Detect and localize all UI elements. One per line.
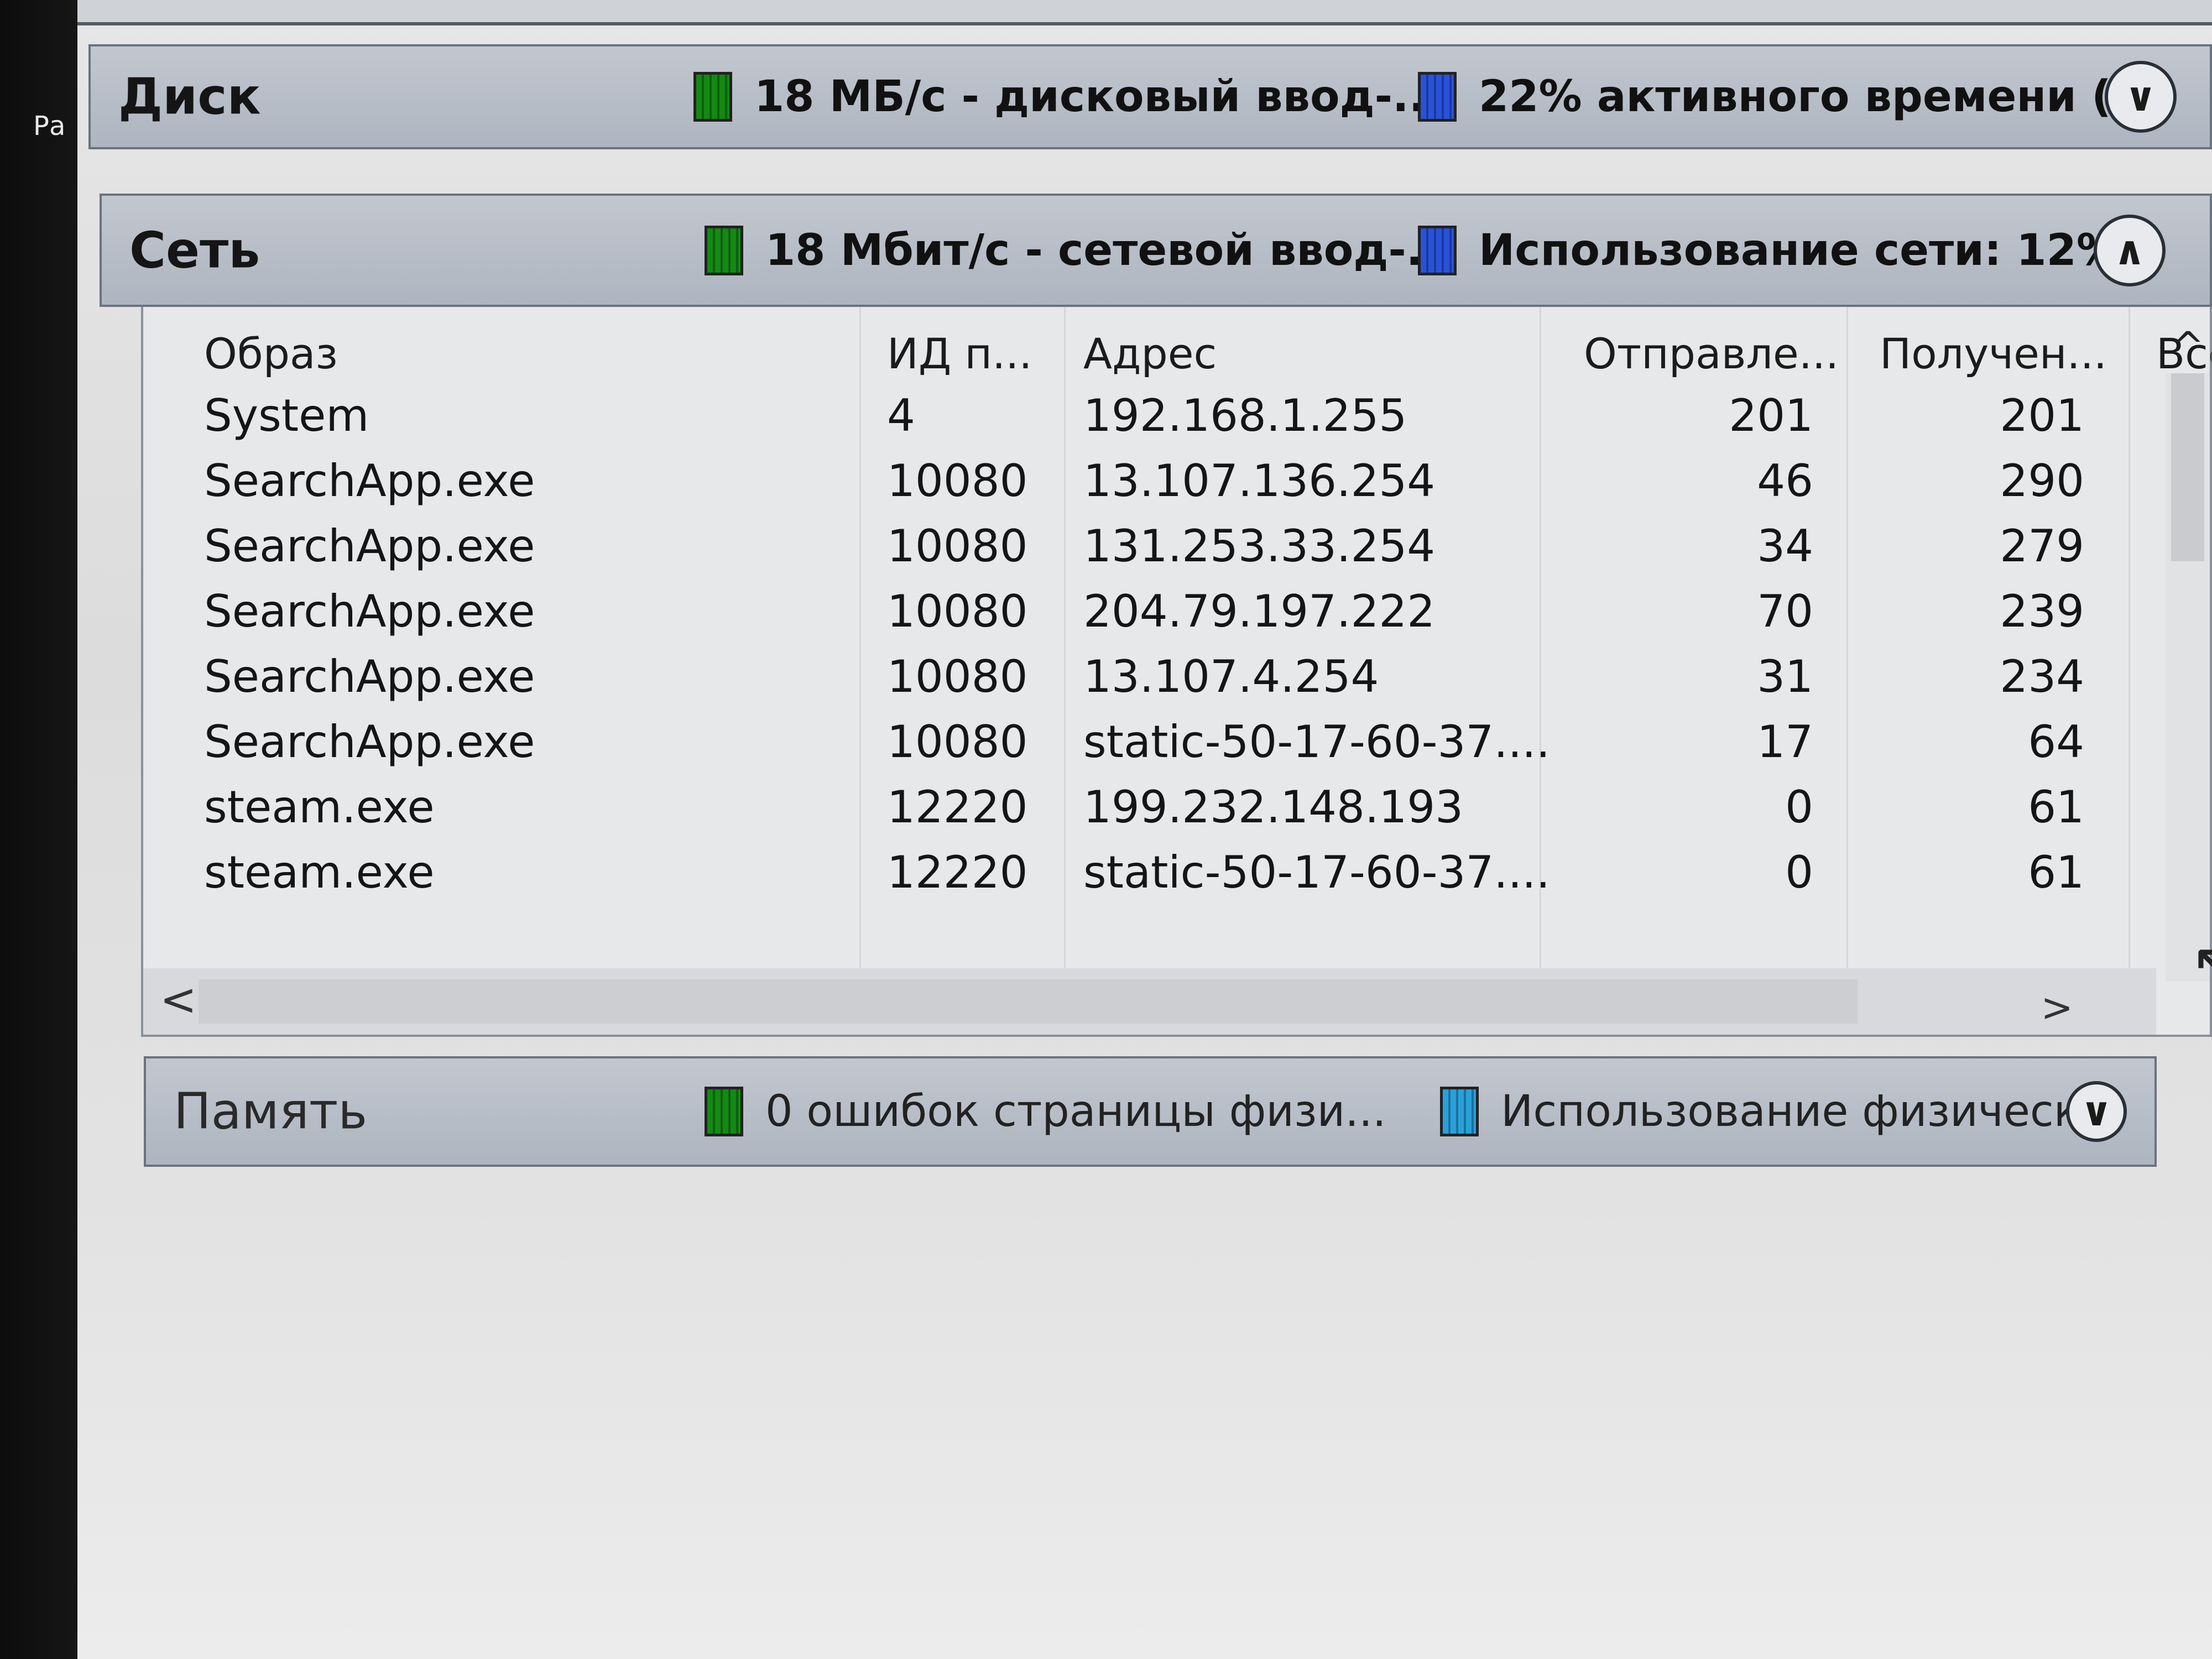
cell-sent: 34 bbox=[1757, 520, 1813, 572]
cell-pid: 10080 bbox=[887, 520, 1028, 572]
cell-received: 61 bbox=[2028, 847, 2084, 898]
cell-received: 290 bbox=[2000, 455, 2084, 507]
cell-pid: 10080 bbox=[887, 455, 1028, 507]
cell-pid: 12220 bbox=[887, 781, 1028, 833]
network-usage-legend: Использование сети: 12% bbox=[1418, 225, 2120, 275]
table-row[interactable]: SearchApp.exe 10080 13.107.136.254 46 290 bbox=[143, 455, 2156, 520]
column-header-pid[interactable]: ИД п... bbox=[887, 329, 1032, 378]
cell-image: SearchApp.exe bbox=[204, 520, 535, 572]
cell-sent: 70 bbox=[1757, 586, 1813, 637]
cell-received: 234 bbox=[2000, 651, 2084, 702]
network-table: Образ ИД п... Адрес Отправле... Получен.… bbox=[141, 307, 2212, 1037]
cell-sent: 0 bbox=[1785, 781, 1813, 833]
disk-section-title: Диск bbox=[118, 67, 261, 126]
memory-section-header[interactable]: Память 0 ошибок страницы физи... Использ… bbox=[144, 1056, 2157, 1167]
memory-usage-text: Использование физическ... bbox=[1501, 1087, 2121, 1136]
cell-address: 13.107.136.254 bbox=[1083, 455, 1436, 507]
cell-pid: 10080 bbox=[887, 716, 1028, 768]
network-section-title: Сеть bbox=[129, 221, 260, 279]
column-header-image[interactable]: Образ bbox=[204, 329, 338, 378]
disk-section-header[interactable]: Диск 18 МБ/с - дисковый ввод-... 22% акт… bbox=[88, 44, 2212, 149]
table-row[interactable]: SearchApp.exe 10080 static-50-17-60-37....… bbox=[143, 716, 2156, 781]
cell-address: 199.232.148.193 bbox=[1083, 781, 1464, 833]
cell-address: static-50-17-60-37.... bbox=[1083, 716, 1551, 768]
cell-pid: 10080 bbox=[887, 651, 1028, 702]
network-section-header[interactable]: Сеть 18 Мбит/с - сетевой ввод-... Исполь… bbox=[100, 194, 2212, 307]
table-row[interactable]: SearchApp.exe 10080 13.107.4.254 31 234 bbox=[143, 651, 2156, 716]
cell-sent: 31 bbox=[1757, 651, 1813, 702]
cell-address: 131.253.33.254 bbox=[1083, 520, 1436, 572]
memory-faults-text: 0 ошибок страницы физи... bbox=[765, 1087, 1386, 1136]
cell-received: 201 bbox=[2000, 390, 2084, 441]
table-row[interactable]: System 4 192.168.1.255 201 201 bbox=[143, 390, 2156, 455]
memory-expand-button[interactable]: ∨ bbox=[2066, 1081, 2127, 1142]
column-header-received[interactable]: Получен... bbox=[1880, 329, 2107, 378]
cell-image: SearchApp.exe bbox=[204, 651, 535, 702]
green-legend-swatch bbox=[693, 72, 732, 122]
cell-image: steam.exe bbox=[204, 781, 435, 833]
blue-legend-swatch bbox=[1418, 225, 1457, 275]
network-usage-text: Использование сети: 12% bbox=[1479, 225, 2120, 275]
cell-image: SearchApp.exe bbox=[204, 586, 535, 637]
cyan-legend-swatch bbox=[1440, 1087, 1479, 1136]
memory-faults-legend: 0 ошибок страницы физи... bbox=[705, 1087, 1386, 1136]
blue-legend-swatch bbox=[1418, 72, 1457, 122]
table-row[interactable]: SearchApp.exe 10080 204.79.197.222 70 239 bbox=[143, 586, 2156, 651]
cell-sent: 46 bbox=[1757, 455, 1813, 507]
cell-received: 64 bbox=[2028, 716, 2084, 768]
disk-expand-button[interactable]: ∨ bbox=[2105, 61, 2177, 133]
cell-address: 204.79.197.222 bbox=[1083, 586, 1436, 637]
scroll-left-arrow-icon[interactable]: < bbox=[160, 974, 197, 1025]
green-legend-swatch bbox=[705, 1087, 743, 1136]
cell-pid: 4 bbox=[887, 390, 915, 441]
cell-pid: 12220 bbox=[887, 847, 1028, 898]
vertical-scroll-thumb[interactable] bbox=[2171, 373, 2204, 561]
memory-section-title: Память bbox=[174, 1082, 368, 1141]
chevron-up-icon: ∧ bbox=[2113, 227, 2146, 274]
cell-received: 61 bbox=[2028, 781, 2084, 833]
horizontal-scroll-thumb[interactable] bbox=[199, 979, 1858, 1024]
disk-active-text: 22% активного времени (... bbox=[1479, 72, 2161, 122]
horizontal-scrollbar[interactable]: < > bbox=[143, 968, 2156, 1035]
cell-sent: 0 bbox=[1785, 847, 1813, 898]
table-row[interactable]: steam.exe 12220 static-50-17-60-37.... 0 61 bbox=[143, 847, 2156, 912]
cell-address: 13.107.4.254 bbox=[1083, 651, 1379, 702]
network-collapse-button[interactable]: ∧ bbox=[2094, 214, 2166, 286]
scroll-up-arrow-icon[interactable]: ^ bbox=[2172, 324, 2204, 369]
window-top-edge bbox=[77, 0, 2212, 25]
column-header-address[interactable]: Адрес bbox=[1083, 329, 1217, 378]
cell-sent: 201 bbox=[1729, 390, 1813, 441]
network-io-legend: 18 Мбит/с - сетевой ввод-... bbox=[705, 225, 1455, 275]
table-row[interactable]: SearchApp.exe 10080 131.253.33.254 34 279 bbox=[143, 520, 2156, 586]
disk-active-legend: 22% активного времени (... bbox=[1418, 72, 2161, 122]
cell-image: SearchApp.exe bbox=[204, 455, 535, 507]
cell-image: steam.exe bbox=[204, 847, 435, 898]
cell-address: static-50-17-60-37.... bbox=[1083, 847, 1551, 898]
resource-monitor-window: Диск 18 МБ/с - дисковый ввод-... 22% акт… bbox=[77, 0, 2212, 1659]
cell-received: 279 bbox=[2000, 520, 2084, 572]
cell-image: SearchApp.exe bbox=[204, 716, 535, 768]
cell-image: System bbox=[204, 390, 369, 441]
cell-received: 239 bbox=[2000, 586, 2084, 637]
column-header-sent[interactable]: Отправле... bbox=[1584, 329, 1839, 378]
chevron-down-icon: ∨ bbox=[2124, 74, 2157, 120]
disk-io-text: 18 МБ/с - дисковый ввод-... bbox=[754, 72, 1442, 122]
chevron-down-icon: ∨ bbox=[2080, 1088, 2113, 1135]
scroll-right-arrow-icon[interactable]: > bbox=[2041, 985, 2073, 1030]
mouse-cursor-icon: ↖ bbox=[2190, 929, 2212, 1000]
disk-io-legend: 18 МБ/с - дисковый ввод-... bbox=[693, 72, 1442, 122]
memory-usage-legend: Использование физическ... bbox=[1440, 1087, 2121, 1136]
table-row[interactable]: steam.exe 12220 199.232.148.193 0 61 bbox=[143, 781, 2156, 847]
cell-address: 192.168.1.255 bbox=[1083, 390, 1407, 441]
green-legend-swatch bbox=[705, 225, 743, 275]
vertical-scrollbar[interactable] bbox=[2166, 373, 2210, 982]
cell-pid: 10080 bbox=[887, 586, 1028, 637]
background-window-label: Ра bbox=[33, 111, 66, 142]
network-io-text: 18 Мбит/с - сетевой ввод-... bbox=[765, 225, 1455, 275]
cell-sent: 17 bbox=[1757, 716, 1813, 768]
